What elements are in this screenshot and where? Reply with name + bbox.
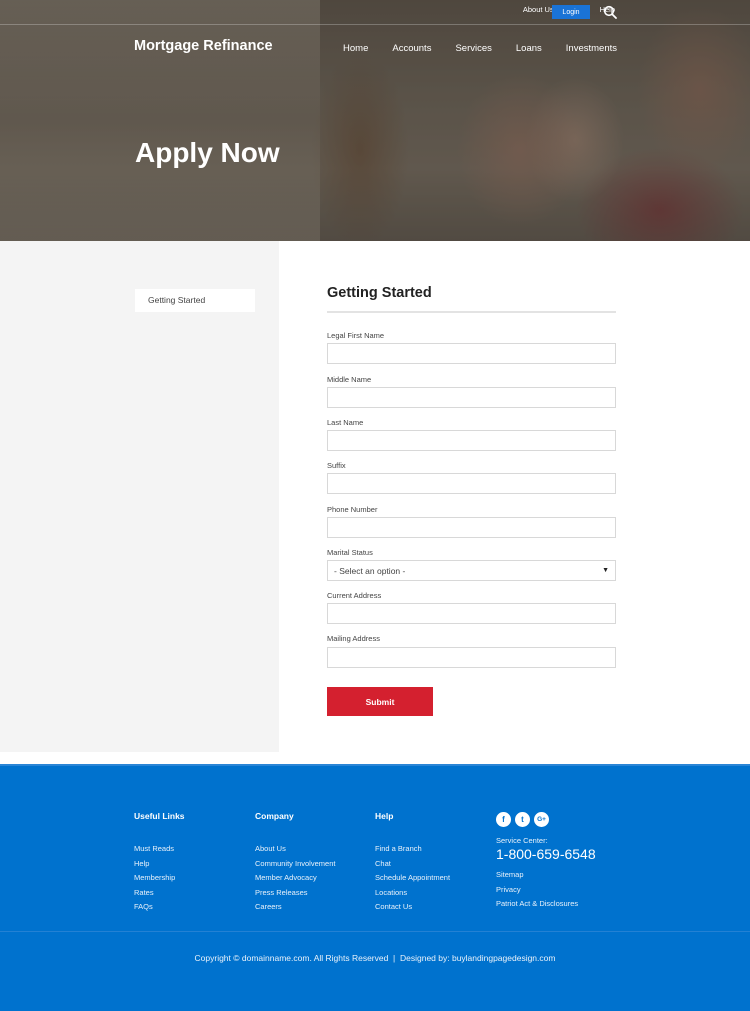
sitemap-link[interactable]: Sitemap	[496, 868, 578, 883]
topbar-divider	[0, 24, 750, 25]
footer-link[interactable]: Contact Us	[375, 900, 450, 915]
twitter-icon[interactable]: t	[515, 812, 530, 827]
suffix-label: Suffix	[327, 461, 346, 470]
legal-first-name-input[interactable]	[327, 343, 616, 364]
top-link-about-us[interactable]: About Us	[523, 5, 554, 14]
copyright-text: Copyright © domainname.com. All Rights R…	[194, 953, 556, 963]
footer-column-useful-links: Useful Links Must Reads Help Membership …	[134, 811, 185, 915]
sidebar	[0, 241, 279, 752]
legal-first-name-label: Legal First Name	[327, 331, 385, 340]
footer-link[interactable]: Press Releases	[255, 886, 335, 901]
marital-status-value: - Select an option -	[334, 565, 406, 576]
footer-link[interactable]: FAQs	[134, 900, 185, 915]
brand-logo[interactable]: Mortgage Refinance	[134, 38, 273, 54]
nav-home[interactable]: Home	[343, 43, 368, 54]
marital-status-label: Marital Status	[327, 548, 373, 557]
sidebar-item-getting-started[interactable]: Getting Started	[135, 289, 255, 312]
footer-link[interactable]: Locations	[375, 886, 450, 901]
footer-column-help: Help Find a Branch Chat Schedule Appoint…	[375, 811, 450, 915]
marital-status-select[interactable]: - Select an option - ▼	[327, 560, 616, 581]
last-name-label: Last Name	[327, 418, 364, 427]
footer-link[interactable]: Schedule Appointment	[375, 871, 450, 886]
footer-link[interactable]: Member Advocacy	[255, 871, 335, 886]
mailing-address-input[interactable]	[327, 647, 616, 668]
current-address-input[interactable]	[327, 603, 616, 624]
service-center-phone[interactable]: 1-800-659-6548	[496, 846, 596, 862]
nav-investments[interactable]: Investments	[566, 43, 617, 54]
phone-number-input[interactable]	[327, 517, 616, 538]
form-title-divider	[327, 311, 616, 313]
social-links: f t G+	[496, 812, 549, 827]
caret-down-icon: ▼	[602, 567, 609, 574]
footer-top-border	[0, 764, 750, 766]
footer-extra-links: Sitemap Privacy Patriot Act & Disclosure…	[496, 868, 578, 912]
privacy-link[interactable]: Privacy	[496, 883, 578, 898]
footer-link[interactable]: Membership	[134, 871, 185, 886]
google-plus-icon[interactable]: G+	[534, 812, 549, 827]
footer-link[interactable]: Community Involvement	[255, 857, 335, 872]
footer-link[interactable]: Find a Branch	[375, 842, 450, 857]
footer-link[interactable]: Help	[134, 857, 185, 872]
submit-button[interactable]: Submit	[327, 687, 433, 716]
form-title: Getting Started	[327, 285, 432, 301]
login-button[interactable]: Login	[552, 5, 590, 19]
footer-column-company: Company About Us Community Involvement M…	[255, 811, 335, 915]
footer-divider	[0, 931, 750, 932]
footer-link[interactable]: Must Reads	[134, 842, 185, 857]
footer-heading: Help	[375, 811, 394, 821]
last-name-input[interactable]	[327, 430, 616, 451]
nav-services[interactable]: Services	[455, 43, 491, 54]
patriot-act-link[interactable]: Patriot Act & Disclosures	[496, 897, 578, 912]
footer-heading: Useful Links	[134, 811, 185, 821]
footer-heading: Company	[255, 811, 294, 821]
facebook-icon[interactable]: f	[496, 812, 511, 827]
main-nav: Home Accounts Services Loans Investments	[319, 43, 617, 54]
page-title: Apply Now	[135, 137, 280, 168]
hero-banner: About Us Contact Help Login Mortgage Ref…	[0, 0, 750, 241]
footer-link[interactable]: About Us	[255, 842, 335, 857]
current-address-label: Current Address	[327, 591, 382, 600]
mailing-address-label: Mailing Address	[327, 634, 380, 643]
service-center-label: Service Center:	[496, 836, 548, 845]
footer-link[interactable]: Careers	[255, 900, 335, 915]
footer-link[interactable]: Rates	[134, 886, 185, 901]
search-icon[interactable]	[603, 5, 617, 19]
phone-number-label: Phone Number	[327, 505, 378, 514]
footer-link[interactable]: Chat	[375, 857, 450, 872]
middle-name-input[interactable]	[327, 387, 616, 408]
nav-loans[interactable]: Loans	[516, 43, 542, 54]
middle-name-label: Middle Name	[327, 375, 372, 384]
nav-accounts[interactable]: Accounts	[392, 43, 431, 54]
suffix-input[interactable]	[327, 473, 616, 494]
